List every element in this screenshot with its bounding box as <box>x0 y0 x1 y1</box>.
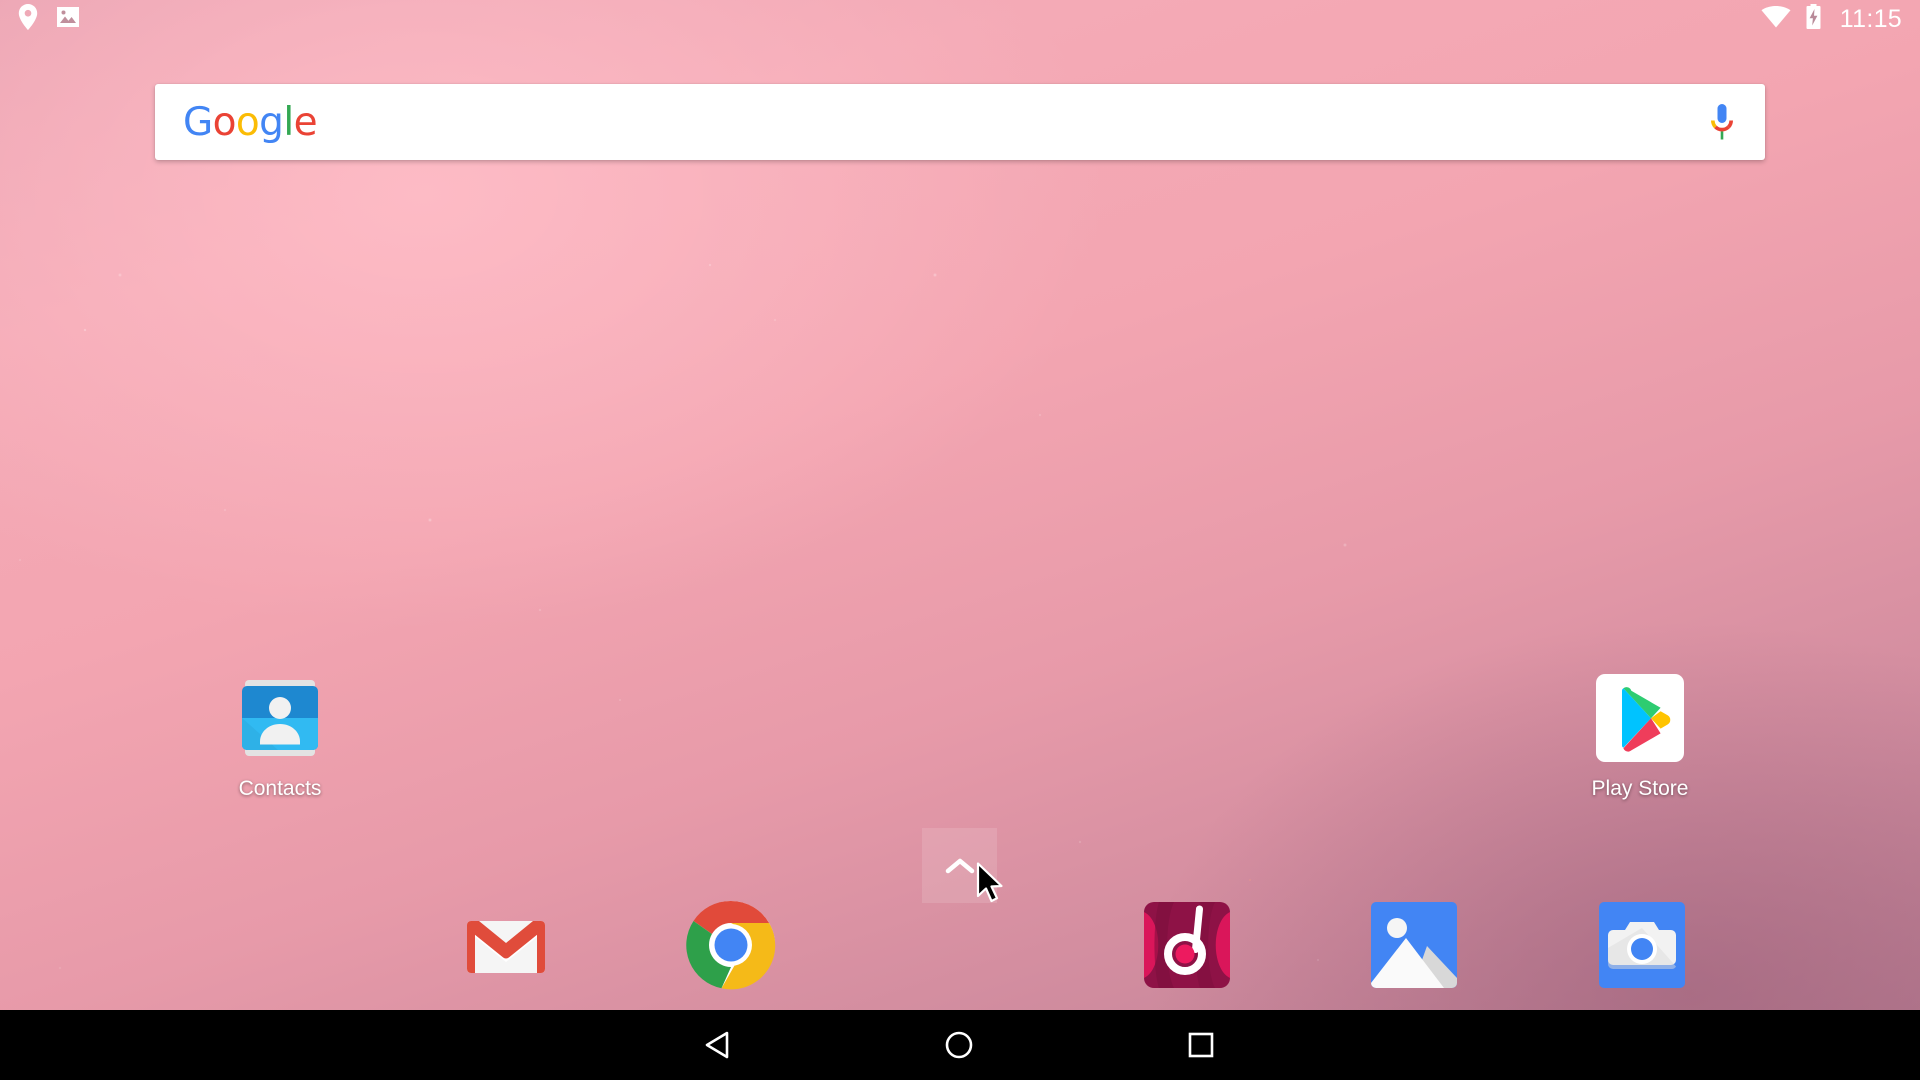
google-logo-letter-g1: G <box>183 99 213 145</box>
home-app-play-store[interactable]: Play Store <box>1550 672 1730 799</box>
dock-app-camera[interactable] <box>1596 899 1688 991</box>
play-store-icon <box>1594 672 1686 764</box>
back-triangle-icon <box>704 1031 730 1059</box>
contacts-icon <box>234 672 326 764</box>
chevron-up-icon <box>945 856 975 876</box>
home-circle-icon <box>944 1030 974 1060</box>
navigation-bar <box>0 1010 1920 1080</box>
google-logo-letter-o2: o <box>235 99 260 145</box>
status-bar-clock: 11:15 <box>1839 4 1902 33</box>
status-bar[interactable]: 11:15 <box>0 0 1920 38</box>
app-drawer-button[interactable] <box>922 828 997 903</box>
dock-app-music[interactable] <box>1141 899 1233 991</box>
status-bar-right-icons: 11:15 <box>1761 3 1902 35</box>
google-logo-letter-o1: o <box>212 99 237 145</box>
dock-app-chrome[interactable] <box>685 899 777 991</box>
app-label-contacts: Contacts <box>238 777 322 800</box>
microphone-icon[interactable] <box>1707 103 1737 141</box>
google-logo-letter-g2: g <box>259 99 284 145</box>
android-home-screen: 11:15 Google Contacts Play Store <box>0 0 1920 1080</box>
battery-charging-icon <box>1805 3 1822 35</box>
home-app-contacts[interactable]: Contacts <box>190 672 370 799</box>
dock-app-gmail[interactable] <box>460 899 552 991</box>
google-logo-letter-e: e <box>293 99 318 145</box>
wifi-icon <box>1761 5 1791 33</box>
google-logo-letter-l: l <box>283 99 294 145</box>
image-icon <box>56 5 80 34</box>
dock-app-photos[interactable] <box>1368 899 1460 991</box>
nav-back-button[interactable] <box>657 1010 777 1080</box>
status-bar-left-icons <box>18 3 80 35</box>
google-search-bar[interactable]: Google <box>155 84 1765 160</box>
google-logo: Google <box>183 99 318 145</box>
recents-square-icon <box>1187 1031 1215 1059</box>
app-label-play-store: Play Store <box>1591 777 1689 800</box>
nav-recents-button[interactable] <box>1141 1010 1261 1080</box>
location-pin-icon <box>18 3 38 35</box>
nav-home-button[interactable] <box>899 1010 1019 1080</box>
